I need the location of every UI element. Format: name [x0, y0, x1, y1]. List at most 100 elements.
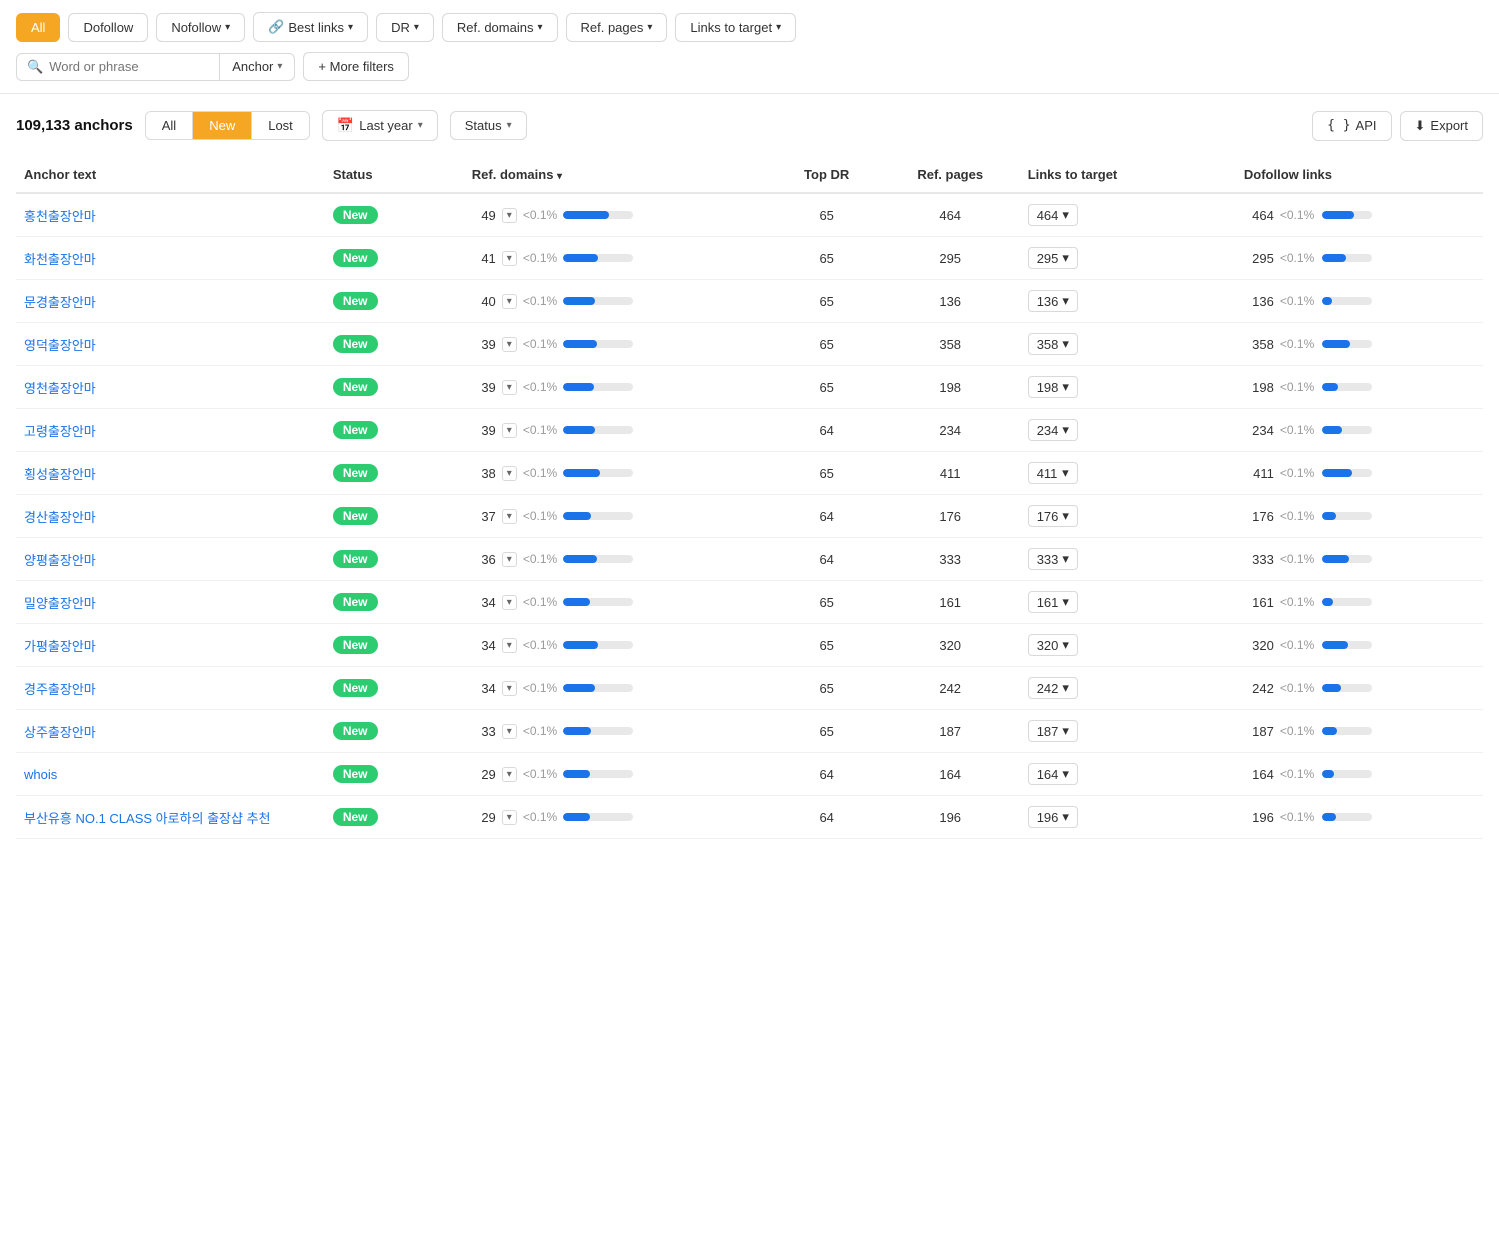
links-to-target-box[interactable]: 176 ▾ [1028, 505, 1078, 527]
dofollow-bar-fill [1322, 727, 1337, 735]
anchor-link[interactable]: 경산출장안마 [24, 510, 96, 525]
api-btn[interactable]: { } API [1312, 111, 1391, 141]
ref-pages-chevron-icon: ▾ [647, 22, 652, 33]
ref-domains-dropdown[interactable]: ▾ [502, 337, 517, 352]
col-header-links-to-target: Links to target [1020, 157, 1236, 193]
ref-domains-bar-fill [563, 555, 597, 563]
ref-domains-dropdown[interactable]: ▾ [502, 208, 517, 223]
search-input[interactable] [49, 59, 209, 74]
dofollow-bar [1322, 727, 1372, 735]
ref-domains-cell: 39 ▾ <0.1% [472, 337, 765, 352]
links-to-target-box[interactable]: 333 ▾ [1028, 548, 1078, 570]
links-to-target-cell: 198 ▾ [1028, 376, 1228, 398]
status-filter-btn[interactable]: Status ▾ [450, 111, 527, 140]
anchor-link[interactable]: 가평출장안마 [24, 639, 96, 654]
date-filter-btn[interactable]: 📅 Last year ▾ [322, 110, 438, 141]
links-to-target-box[interactable]: 234 ▾ [1028, 419, 1078, 441]
links-to-target-box[interactable]: 464 ▾ [1028, 204, 1078, 226]
ref-pages-value: 164 [881, 753, 1020, 796]
anchor-link[interactable]: 밀양출장안마 [24, 596, 96, 611]
ref-pages-value: 198 [881, 366, 1020, 409]
links-to-target-filter-btn[interactable]: Links to target ▾ [675, 13, 796, 42]
anchor-dropdown[interactable]: Anchor ▾ [220, 54, 294, 80]
anchor-link[interactable]: 양평출장안마 [24, 553, 96, 568]
ref-domains-dropdown[interactable]: ▾ [502, 423, 517, 438]
search-anchor-group: 🔍 Anchor ▾ [16, 53, 295, 81]
anchor-link[interactable]: whois [24, 767, 57, 782]
ref-pages-filter-btn[interactable]: Ref. pages ▾ [566, 13, 668, 42]
ref-domains-dropdown[interactable]: ▾ [502, 638, 517, 653]
links-dropdown-icon: ▾ [1062, 293, 1069, 309]
ref-domains-dropdown[interactable]: ▾ [502, 595, 517, 610]
export-btn[interactable]: ⬇ Export [1400, 111, 1483, 141]
anchor-link[interactable]: 화천출장안마 [24, 252, 96, 267]
dofollow-bar-fill [1322, 813, 1336, 821]
ref-domains-value: 39 [472, 337, 496, 352]
links-to-target-box[interactable]: 164 ▾ [1028, 763, 1078, 785]
ref-domains-dropdown[interactable]: ▾ [502, 724, 517, 739]
anchor-link[interactable]: 영덕출장안마 [24, 338, 96, 353]
ref-domains-dropdown[interactable]: ▾ [502, 767, 517, 782]
anchor-link[interactable]: 홍천출장안마 [24, 209, 96, 224]
anchor-link[interactable]: 고령출장안마 [24, 424, 96, 439]
links-dropdown-icon: ▾ [1062, 250, 1069, 266]
anchor-link[interactable]: 횡성출장안마 [24, 467, 96, 482]
tab-all[interactable]: All [146, 112, 193, 139]
dofollow-pct: <0.1% [1280, 423, 1316, 437]
ref-domains-value: 33 [472, 724, 496, 739]
ref-domains-dropdown[interactable]: ▾ [502, 466, 517, 481]
tab-new[interactable]: New [193, 112, 252, 139]
ref-domains-bar [563, 254, 633, 262]
anchor-link[interactable]: 문경출장안마 [24, 295, 96, 310]
links-to-target-box[interactable]: 196 ▾ [1028, 806, 1078, 828]
anchor-link[interactable]: 부산유흥 NO.1 CLASS 아로하의 출장샵 추천 [24, 811, 271, 826]
anchors-table: Anchor text Status Ref. domains ▾ Top DR… [16, 157, 1483, 839]
dofollow-bar-fill [1322, 512, 1336, 520]
status-chevron-icon: ▾ [507, 120, 512, 131]
dofollow-value: 176 [1244, 509, 1274, 524]
ref-domains-pct: <0.1% [523, 595, 557, 609]
ref-domains-dropdown[interactable]: ▾ [502, 681, 517, 696]
dr-filter-btn[interactable]: DR ▾ [376, 13, 434, 42]
dofollow-cell: 358 <0.1% [1244, 337, 1475, 352]
ref-domains-cell: 34 ▾ <0.1% [472, 681, 765, 696]
ref-domains-pct: <0.1% [523, 767, 557, 781]
ref-domains-cell: 39 ▾ <0.1% [472, 380, 765, 395]
anchor-link[interactable]: 영천출장안마 [24, 381, 96, 396]
ref-domains-dropdown[interactable]: ▾ [502, 810, 517, 825]
links-to-target-box[interactable]: 161 ▾ [1028, 591, 1078, 613]
best-links-filter-btn[interactable]: 🔗 Best links ▾ [253, 12, 368, 42]
links-to-target-box[interactable]: 187 ▾ [1028, 720, 1078, 742]
links-to-target-box[interactable]: 136 ▾ [1028, 290, 1078, 312]
ref-domains-pct: <0.1% [523, 681, 557, 695]
nofollow-filter-btn[interactable]: Nofollow ▾ [156, 13, 245, 42]
anchor-link[interactable]: 상주출장안마 [24, 725, 96, 740]
ref-domains-cell: 38 ▾ <0.1% [472, 466, 765, 481]
ref-domains-dropdown[interactable]: ▾ [502, 509, 517, 524]
ref-domains-dropdown[interactable]: ▾ [502, 251, 517, 266]
links-to-target-box[interactable]: 411 ▾ [1028, 462, 1078, 484]
links-to-target-box[interactable]: 198 ▾ [1028, 376, 1078, 398]
links-to-target-box[interactable]: 295 ▾ [1028, 247, 1078, 269]
ref-domains-filter-btn[interactable]: Ref. domains ▾ [442, 13, 558, 42]
col-header-ref-domains[interactable]: Ref. domains ▾ [464, 157, 773, 193]
ref-domains-dropdown[interactable]: ▾ [502, 552, 517, 567]
dofollow-value: 198 [1244, 380, 1274, 395]
links-dropdown-icon: ▾ [1062, 766, 1069, 782]
anchor-link[interactable]: 경주출장안마 [24, 682, 96, 697]
tab-lost[interactable]: Lost [252, 112, 309, 139]
links-to-target-box[interactable]: 242 ▾ [1028, 677, 1078, 699]
dofollow-cell: 242 <0.1% [1244, 681, 1475, 696]
ref-domains-value: 34 [472, 595, 496, 610]
content-area: 109,133 anchors All New Lost 📅 Last year… [0, 94, 1499, 855]
ref-domains-value: 29 [472, 810, 496, 825]
ref-domains-dropdown[interactable]: ▾ [502, 380, 517, 395]
ref-domains-dropdown[interactable]: ▾ [502, 294, 517, 309]
dofollow-bar-fill [1322, 598, 1333, 606]
links-to-target-box[interactable]: 358 ▾ [1028, 333, 1078, 355]
dofollow-bar [1322, 555, 1372, 563]
dofollow-filter-btn[interactable]: Dofollow [68, 13, 148, 42]
all-filter-btn[interactable]: All [16, 13, 60, 42]
links-to-target-box[interactable]: 320 ▾ [1028, 634, 1078, 656]
more-filters-btn[interactable]: + More filters [303, 52, 409, 81]
